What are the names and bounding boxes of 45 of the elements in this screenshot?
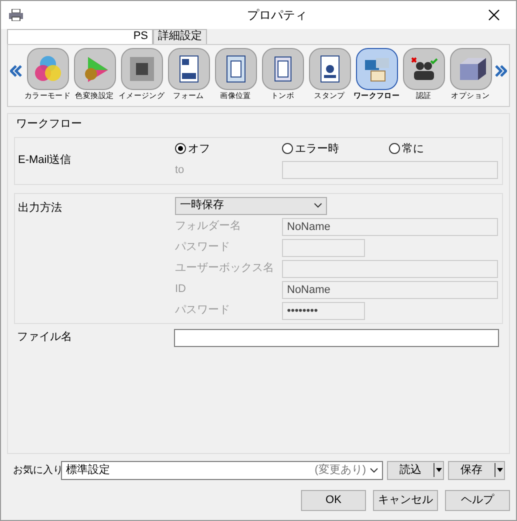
section-title: ワークフロー: [15, 117, 83, 132]
favorites-dropdown[interactable]: 標準設定 (変更あり): [61, 460, 383, 480]
output-dropdown[interactable]: 一時保存: [175, 196, 327, 214]
dialog-button[interactable]: OK: [301, 490, 366, 511]
tool-icon: [308, 48, 350, 90]
tool-icon: [120, 48, 162, 90]
tool-icon: [262, 48, 304, 90]
split-button[interactable]: 読込: [387, 460, 444, 480]
close-icon[interactable]: [488, 9, 500, 21]
window-title: プロパティ: [247, 7, 307, 24]
field-label: パスワード: [175, 303, 231, 318]
scroll-left-icon[interactable]: [10, 65, 22, 77]
caret-icon: [494, 463, 504, 477]
text-field[interactable]: [282, 238, 365, 256]
scroll-right-icon[interactable]: [495, 65, 507, 77]
field-label: ID: [175, 282, 187, 298]
radio-option[interactable]: オフ: [175, 140, 282, 157]
radio-option[interactable]: 常に: [389, 140, 424, 157]
field-label: to: [175, 162, 186, 178]
dialog-button[interactable]: キャンセル: [373, 490, 438, 511]
field-label: ファイル名: [16, 330, 73, 346]
field-label: ユーザーボックス名: [175, 261, 275, 276]
tab[interactable]: PS: [7, 29, 153, 44]
field-label: パスワード: [175, 240, 231, 256]
tool-icon: [74, 48, 116, 90]
to-field[interactable]: [282, 161, 498, 179]
field-label: フォルダー名: [175, 219, 242, 234]
radio-option[interactable]: エラー時: [282, 140, 389, 157]
chevron-down-icon: [370, 468, 378, 472]
tool-icon: [214, 48, 256, 90]
tool-icon: [450, 48, 492, 90]
field-label: E-Mail送信: [17, 153, 72, 168]
text-field[interactable]: [282, 260, 498, 278]
split-button[interactable]: 保存: [448, 460, 505, 480]
printer-icon: [9, 9, 23, 21]
caret-icon: [433, 463, 443, 477]
tool-icon: [402, 48, 444, 90]
tool-icon: [356, 48, 398, 90]
filename-field[interactable]: [174, 328, 499, 346]
tool-icon: [168, 48, 210, 90]
dialog-button[interactable]: ヘルプ: [445, 490, 510, 511]
tool-icon: [26, 48, 68, 90]
tab[interactable]: 詳細設定: [153, 29, 207, 44]
chevron-down-icon: [314, 203, 322, 208]
field-label: 出力方法: [17, 200, 63, 216]
